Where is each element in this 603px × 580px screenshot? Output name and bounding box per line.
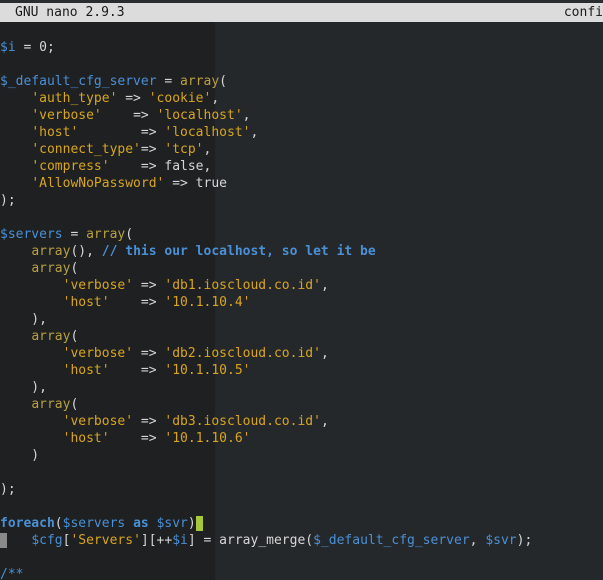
text-cursor — [195, 516, 203, 531]
code-line-6: 'host' => 'localhost', — [31, 125, 259, 140]
code-line-17: ), — [0, 312, 47, 327]
code-line-3: $_default_cfg_server = array( — [0, 74, 227, 89]
code-line-20: 'host' => '10.1.10.5' — [62, 363, 251, 378]
code-line-23: 'verbose' => 'db3.ioscloud.co.id', — [62, 414, 329, 429]
code-line-27: ); — [0, 482, 16, 497]
code-line-25: ) — [0, 448, 40, 463]
code-line-14: array( — [31, 261, 79, 276]
file-name-label: confi — [563, 5, 603, 20]
code-line-13: array(), // this our localhost, so let i… — [31, 244, 376, 259]
code-line-16: 'host' => '10.1.10.4' — [62, 295, 251, 310]
code-line-10: ); — [0, 193, 16, 208]
code-line-4: 'auth_type' => 'cookie', — [31, 91, 220, 106]
nano-title-bar: GNU nano 2.9.3 confi — [0, 3, 603, 22]
code-line-29: foreach($servers as $svr) — [0, 515, 203, 532]
code-line-32: /** — [0, 567, 24, 580]
app-version-label: GNU nano 2.9.3 — [15, 5, 125, 20]
code-line-7: 'connect_type'=> 'tcp', — [31, 142, 212, 157]
code-line-24: 'host' => '10.1.10.6' — [62, 431, 251, 446]
code-line-8: 'compress' => false, — [31, 159, 212, 174]
code-line-30: $cfg['Servers'][++$i] = array_merge($_de… — [31, 533, 533, 548]
code-line-12: $servers = array( — [0, 227, 134, 242]
code-line-22: array( — [31, 397, 79, 412]
code-line-9: 'AllowNoPassword' => true — [31, 176, 227, 191]
code-line-5: 'verbose' => 'localhost', — [31, 108, 251, 123]
code-editor[interactable]: $i = 0; $_default_cfg_server = array( 'a… — [0, 22, 603, 580]
code-line-18: array( — [31, 329, 79, 344]
code-line-19: 'verbose' => 'db2.ioscloud.co.id', — [62, 346, 329, 361]
code-line-21: ), — [0, 380, 47, 395]
code-line-15: 'verbose' => 'db1.ioscloud.co.id', — [62, 278, 329, 293]
code-line-1: $i = 0; — [0, 40, 55, 55]
